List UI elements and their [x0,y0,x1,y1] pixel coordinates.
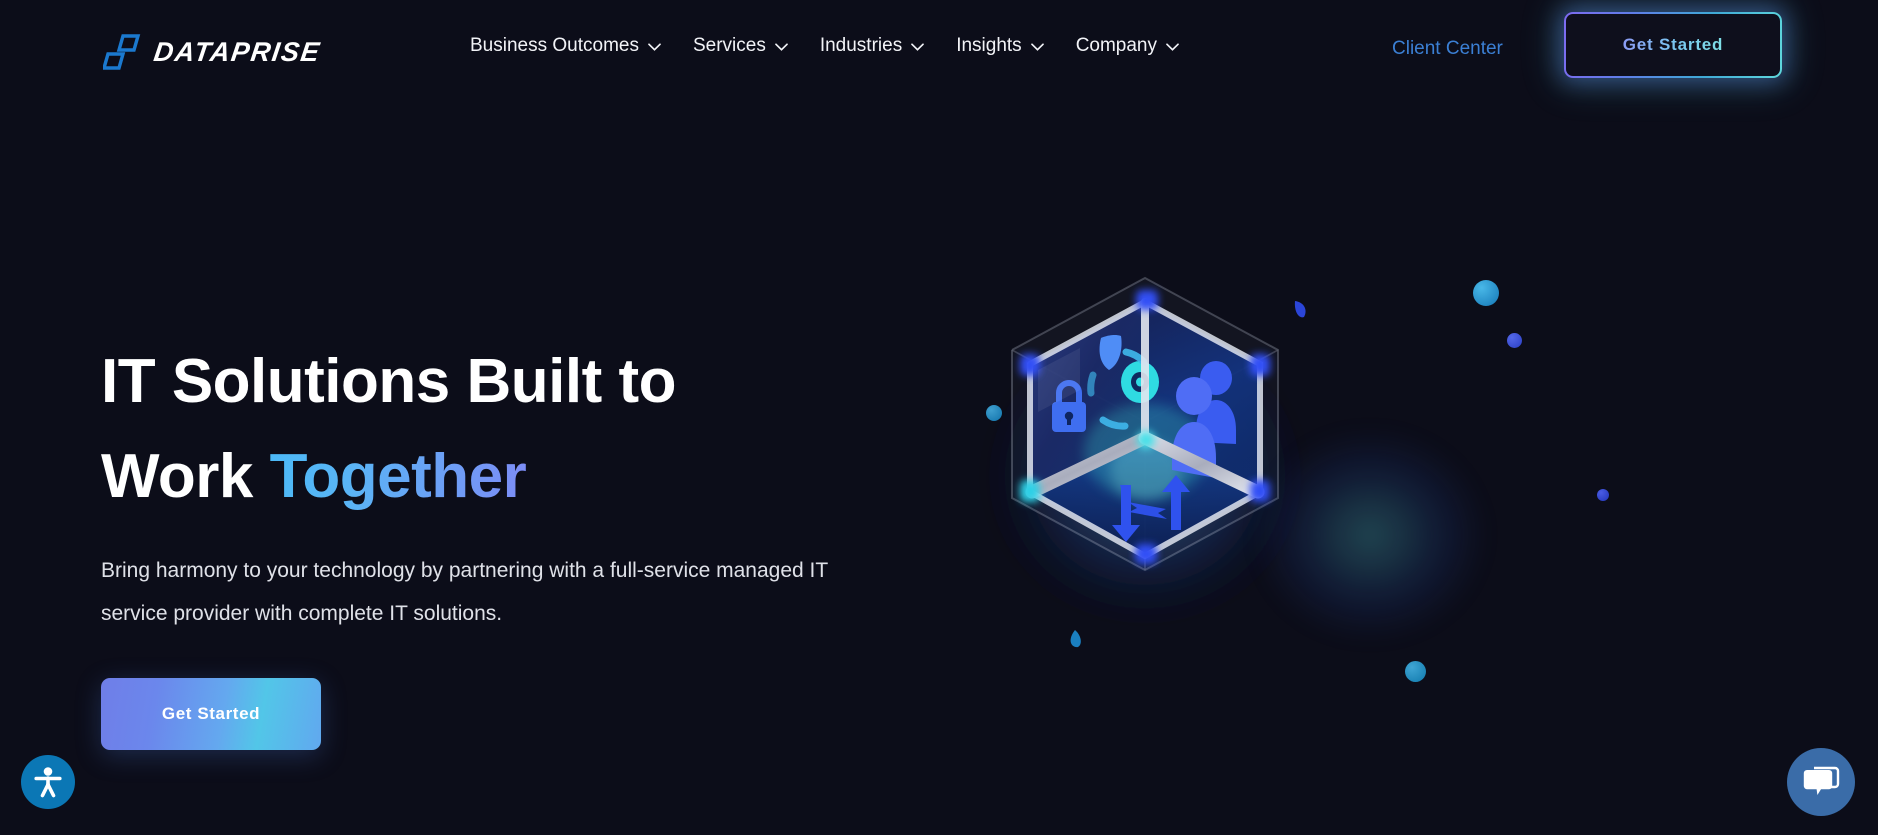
client-center-link[interactable]: Client Center [1392,38,1503,60]
chevron-down-icon [1166,42,1179,51]
hero-illustration [960,230,1720,700]
nav-item-industries[interactable]: Industries [818,30,926,61]
nav-item-services[interactable]: Services [691,30,790,61]
hero-get-started-button[interactable]: Get Started [101,678,321,750]
header-get-started-button[interactable]: Get Started [1564,12,1782,78]
particle-cone-bottom-left [1070,630,1081,648]
nav-label: Industries [819,35,903,56]
header-get-started-inner[interactable]: Get Started [1566,14,1780,76]
hero-headline-line1: IT Solutions Built to [101,347,676,416]
nav-item-business-outcomes[interactable]: Business Outcomes [468,30,663,61]
chat-widget-button[interactable] [1787,748,1855,816]
hero-get-started-label: Get Started [161,704,261,723]
particle-sphere-bottom [1405,661,1426,682]
particle-sphere-large-top-right [1473,280,1499,306]
nav-item-insights[interactable]: Insights [954,30,1045,61]
nav-label: Services [692,35,766,56]
chat-bubbles-icon [1803,766,1840,795]
site-header: DATAPRISE Business Outcomes Services Ind… [0,0,1878,100]
particle-cone-top [1294,301,1306,318]
dataprise-parallelogram-logo-icon [103,34,141,70]
header-get-started-label: Get Started [1622,35,1724,54]
nav-label: Business Outcomes [470,35,639,56]
nav-label: Insights [956,35,1022,56]
logo-wordmark: DATAPRISE [151,36,323,67]
hero-headline-gradient-word: Together [269,442,527,511]
particle-sphere-mid-right [1597,489,1609,501]
chevron-down-icon [911,42,925,51]
hero-section: IT Solutions Built to Work Together Brin… [0,0,1878,835]
particle-sphere-left [986,405,1002,421]
eye-target-icon [1121,361,1159,403]
chevron-down-icon [774,42,788,51]
hero-subheadline: Bring harmony to your technology by part… [101,559,828,625]
particle-sphere-small-right [1507,333,1522,348]
accessibility-widget-button[interactable] [21,755,75,809]
nav-item-company[interactable]: Company [1074,30,1181,61]
hero-headline-line2-plain: Work [101,442,270,511]
nav-label: Company [1075,35,1158,56]
page-root: DATAPRISE Business Outcomes Services Ind… [0,0,1878,835]
chevron-down-icon [1030,42,1044,51]
primary-navigation: Business Outcomes Services Industries In… [468,30,1181,61]
accessibility-person-icon [34,767,62,798]
logo-link[interactable]: DATAPRISE [103,32,323,72]
hero-headline: IT Solutions Built to Work Together [101,334,861,524]
chevron-down-icon [648,42,661,51]
